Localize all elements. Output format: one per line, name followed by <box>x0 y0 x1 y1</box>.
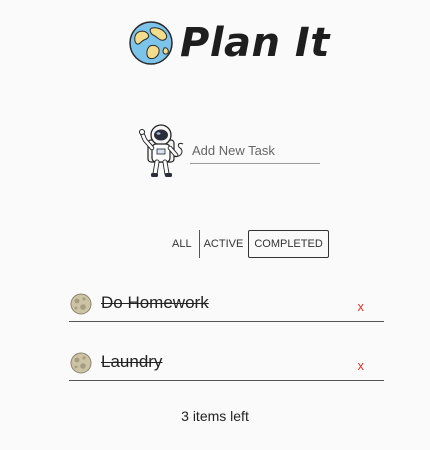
new-task-input[interactable] <box>190 142 320 164</box>
filter-completed-button[interactable]: COMPLETED <box>248 230 329 258</box>
app-title: Plan It <box>180 20 330 66</box>
filter-all-button[interactable]: ALL <box>168 230 196 258</box>
task-text[interactable]: Do Homework <box>101 293 358 313</box>
filter-active-button[interactable]: ACTIVE <box>198 230 248 258</box>
task-item[interactable]: Do Homework x <box>69 286 384 322</box>
todo-app: Plan It Add New Task ALL ACTIVE COMPLETE… <box>0 0 430 450</box>
astronaut-icon <box>139 124 184 177</box>
filter-bar: ALL ACTIVE COMPLETED <box>168 230 329 258</box>
task-text[interactable]: Laundry <box>101 352 358 372</box>
add-task-area <box>134 122 320 184</box>
moon-icon <box>70 352 92 373</box>
task-item[interactable]: Laundry x <box>69 345 384 381</box>
delete-task-button[interactable]: x <box>358 299 365 314</box>
moon-icon <box>70 293 92 314</box>
app-header: Plan It <box>128 20 330 66</box>
items-left-counter: 3 items left <box>181 408 249 424</box>
globe-icon <box>129 21 173 65</box>
delete-task-button[interactable]: x <box>358 358 365 373</box>
